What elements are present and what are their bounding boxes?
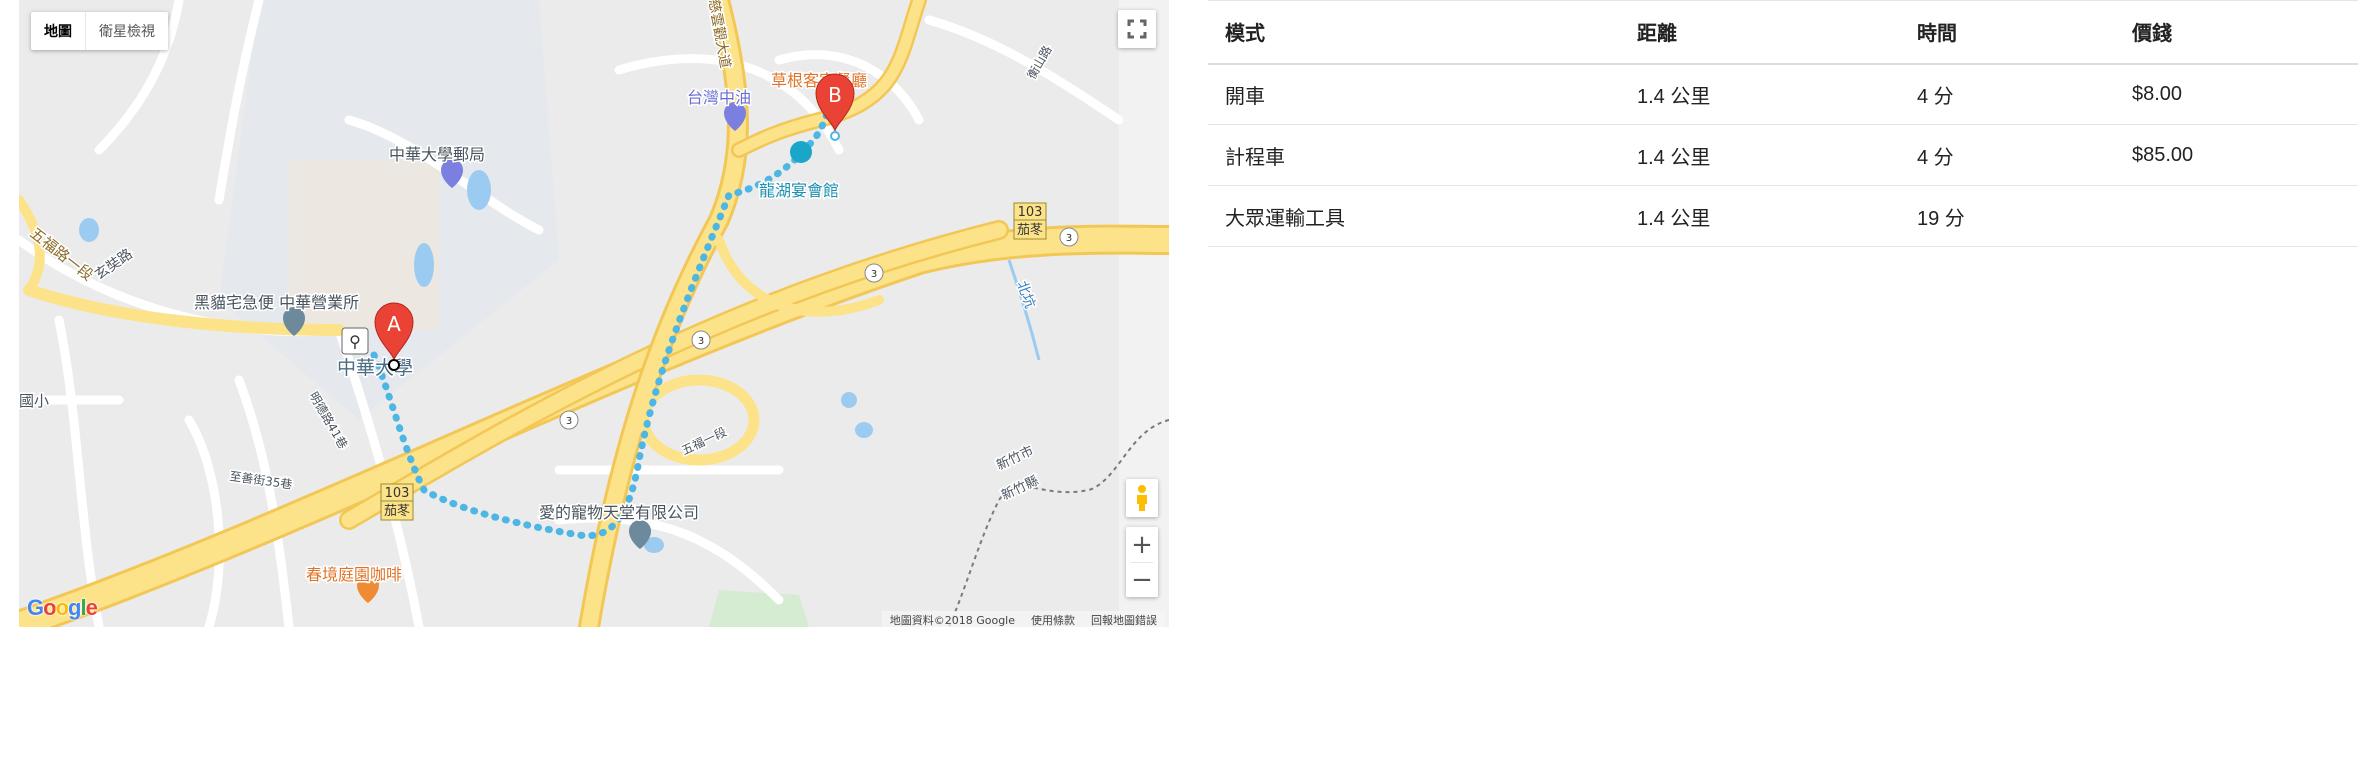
header-price: 價錢 — [2115, 0, 2358, 65]
svg-text:103: 103 — [1018, 205, 1043, 220]
svg-text:春境庭園咖啡: 春境庭園咖啡 — [306, 565, 402, 584]
google-logo[interactable]: Google — [27, 595, 98, 621]
cell-price — [2115, 185, 2358, 247]
svg-text:國小: 國小 — [19, 392, 49, 410]
svg-text:B: B — [828, 83, 842, 107]
svg-text:3: 3 — [1066, 233, 1072, 244]
map-attribution: 地圖資料©2018 Google 使用條款 回報地圖錯誤 — [881, 611, 1165, 627]
header-time: 時間 — [1900, 0, 2115, 65]
map-data-credit: 地圖資料©2018 Google — [881, 611, 1023, 627]
fullscreen-icon — [1127, 19, 1147, 39]
street-view-pegman[interactable] — [1126, 479, 1158, 517]
cell-price: $8.00 — [2115, 63, 2358, 125]
map-type-control[interactable]: 地圖 衛星檢視 — [31, 12, 168, 50]
cell-mode: 計程車 — [1208, 124, 1620, 186]
svg-text:103: 103 — [385, 486, 410, 501]
svg-text:龍湖宴會館: 龍湖宴會館 — [759, 181, 839, 200]
svg-text:⚲: ⚲ — [349, 332, 361, 351]
svg-text:茄苳: 茄苳 — [1017, 223, 1043, 238]
svg-text:A: A — [387, 312, 401, 336]
svg-text:3: 3 — [698, 336, 704, 347]
svg-text:3: 3 — [566, 416, 572, 427]
svg-text:愛的寵物天堂有限公司: 愛的寵物天堂有限公司 — [539, 503, 699, 522]
terms-link[interactable]: 使用條款 — [1023, 611, 1083, 627]
table-header-row: 模式 距離 時間 價錢 — [1208, 0, 2358, 65]
svg-text:中華大學: 中華大學 — [337, 357, 413, 379]
svg-text:3: 3 — [871, 269, 877, 280]
cell-distance: 1.4 公里 — [1620, 185, 1900, 247]
header-mode: 模式 — [1208, 0, 1620, 65]
table-row: 開車 1.4 公里 4 分 $8.00 — [1208, 63, 2358, 125]
cell-price: $85.00 — [2115, 124, 2358, 186]
table-row: 計程車 1.4 公里 4 分 $85.00 — [1208, 124, 2358, 186]
route-comparison-table: 模式 距離 時間 價錢 開車 1.4 公里 4 分 $8.00 計程車 1.4 … — [1208, 0, 2358, 247]
cell-time: 4 分 — [1900, 124, 2115, 186]
cell-mode: 開車 — [1208, 63, 1620, 125]
pegman-icon — [1137, 485, 1147, 511]
satellite-view-button[interactable]: 衛星檢視 — [85, 12, 168, 50]
table-row: 大眾運輸工具 1.4 公里 19 分 — [1208, 185, 2358, 247]
cell-distance: 1.4 公里 — [1620, 63, 1900, 125]
svg-text:中華大學郵局: 中華大學郵局 — [389, 145, 485, 164]
cell-mode: 大眾運輸工具 — [1208, 185, 1620, 247]
report-error-link[interactable]: 回報地圖錯誤 — [1083, 611, 1165, 627]
svg-text:茄苳: 茄苳 — [384, 504, 410, 519]
svg-text:台灣中油: 台灣中油 — [687, 88, 751, 107]
zoom-out-button[interactable]: − — [1126, 563, 1158, 597]
svg-text:黑貓宅急便 中華營業所: 黑貓宅急便 中華營業所 — [194, 293, 359, 312]
zoom-control[interactable]: + − — [1126, 527, 1158, 597]
fullscreen-button[interactable] — [1118, 10, 1156, 48]
header-distance: 距離 — [1620, 0, 1900, 65]
map-view-button[interactable]: 地圖 — [31, 12, 85, 50]
map[interactable]: 103 茄苳 103 茄苳 3 3 3 3 ⚲ 中華大學郵局 中華大學 黑貓宅急… — [19, 0, 1169, 627]
cell-time: 19 分 — [1900, 185, 2115, 247]
cell-time: 4 分 — [1900, 63, 2115, 125]
map-canvas[interactable]: 103 茄苳 103 茄苳 3 3 3 3 ⚲ 中華大學郵局 中華大學 黑貓宅急… — [19, 0, 1169, 627]
zoom-in-button[interactable]: + — [1126, 528, 1158, 562]
cell-distance: 1.4 公里 — [1620, 124, 1900, 186]
